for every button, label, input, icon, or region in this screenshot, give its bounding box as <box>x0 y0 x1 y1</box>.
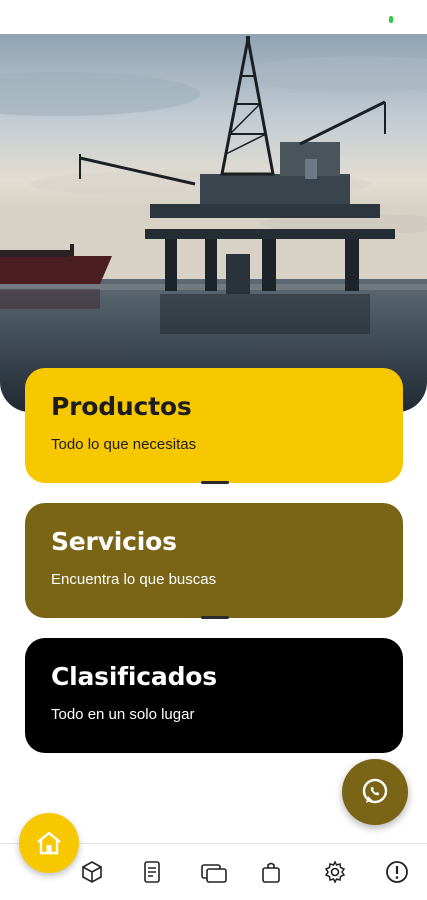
status-bar <box>0 0 427 34</box>
productos-subtitle: Todo lo que necesitas <box>51 436 197 453</box>
productos-title: Productos <box>51 392 192 421</box>
document-icon <box>144 861 160 883</box>
whatsapp-icon <box>362 778 388 804</box>
card-divider <box>201 481 229 484</box>
home-icon <box>37 831 61 855</box>
nav-documents[interactable] <box>138 858 166 886</box>
clasificados-subtitle: Todo en un solo lugar <box>51 706 195 723</box>
cards-icon <box>201 864 227 883</box>
clasificados-card[interactable]: Clasificados Todo en un solo lugar <box>25 638 403 753</box>
clasificados-title: Clasificados <box>51 662 217 691</box>
gear-icon <box>324 860 346 884</box>
whatsapp-button[interactable] <box>342 759 408 825</box>
servicios-card[interactable]: Servicios Encuentra lo que buscas <box>25 503 403 619</box>
shopping-bag-icon <box>262 862 280 883</box>
nav-cards[interactable] <box>200 858 228 886</box>
alert-icon <box>386 861 408 883</box>
nav-box[interactable] <box>78 858 106 886</box>
servicios-subtitle: Encuentra lo que buscas <box>51 571 217 588</box>
hero-image <box>0 34 427 412</box>
card-divider <box>201 616 229 619</box>
nav-shopping[interactable] <box>257 858 285 886</box>
status-indicator-icon <box>389 16 393 23</box>
servicios-title: Servicios <box>51 527 177 556</box>
box-icon <box>82 861 102 883</box>
home-button[interactable] <box>19 813 79 873</box>
productos-card[interactable]: Productos Todo lo que necesitas <box>25 368 403 484</box>
nav-settings[interactable] <box>321 858 349 886</box>
nav-alerts[interactable] <box>383 858 411 886</box>
